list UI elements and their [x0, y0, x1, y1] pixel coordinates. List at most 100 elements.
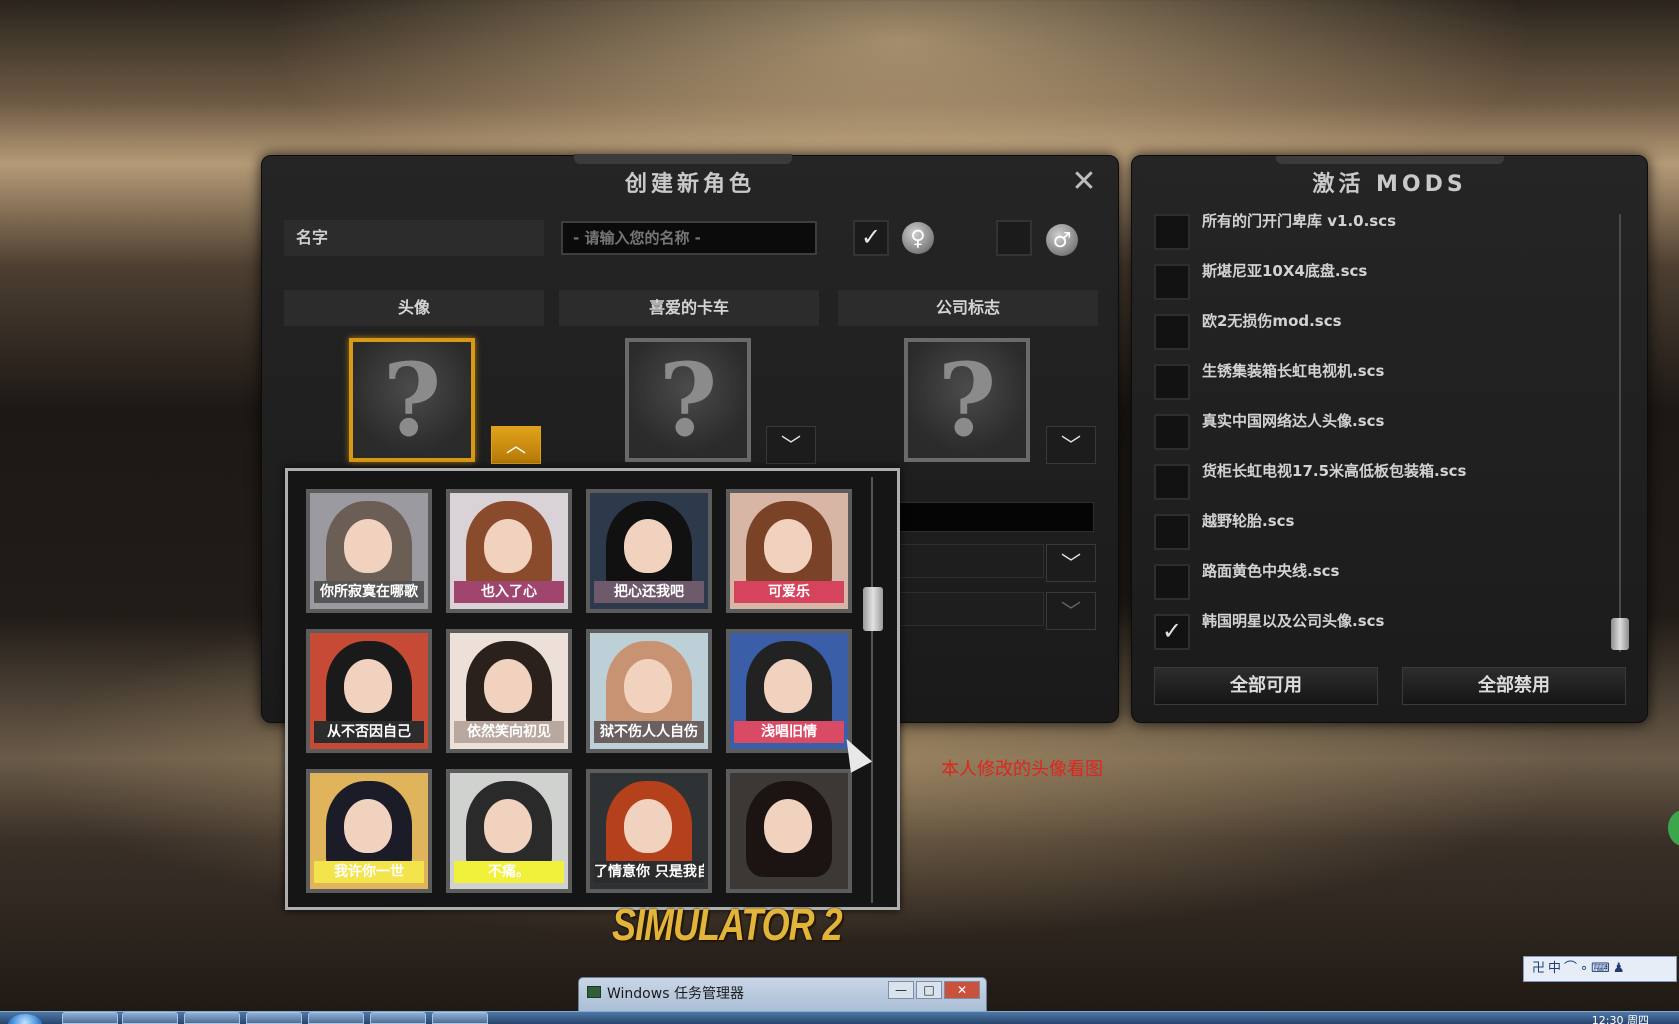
taskbar-item[interactable] [184, 1012, 240, 1024]
hidden-select-2-arrow[interactable]: ﹀ [1046, 592, 1096, 630]
avatar-face [624, 519, 672, 573]
mods-scroll-track[interactable] [1619, 214, 1621, 652]
avatar-dropdown-toggle[interactable]: ︿ [491, 426, 541, 464]
taskbar-item[interactable] [246, 1012, 302, 1024]
truck-dropdown-toggle[interactable]: ﹀ [766, 426, 816, 464]
mod-checkbox[interactable] [1154, 514, 1190, 550]
avatar-option[interactable]: 把心还我吧 [586, 489, 712, 613]
female-select-checkbox[interactable]: ✓ [853, 220, 889, 256]
avatar-option[interactable]: 可爱乐 [726, 489, 852, 613]
mods-panel-tab-decoration [1276, 156, 1504, 164]
ime-toolbar[interactable]: 卍中⌒∘⌨♟ [1523, 956, 1677, 982]
maximize-button[interactable]: □ [916, 981, 942, 999]
avatar-caption [734, 861, 844, 883]
mod-name: 越野轮胎.scs [1202, 512, 1295, 530]
minimize-button[interactable]: — [888, 981, 914, 999]
red-annotation-text: 本人修改的头像看图 [941, 759, 1103, 780]
avatar-option[interactable]: 浅唱旧情 [726, 629, 852, 753]
mod-name: 所有的门开门卑库 v1.0.scs [1202, 212, 1397, 230]
avatar-option[interactable]: 狱不伤人人自伤 [586, 629, 712, 753]
avatar-caption: 狱不伤人人自伤 [594, 721, 704, 743]
avatar-face [344, 519, 392, 573]
mod-row[interactable]: 路面黄色中央线.scs [1154, 558, 1614, 602]
avatar-scroll-thumb[interactable] [863, 587, 883, 631]
truck-preview[interactable]: ? [625, 338, 751, 462]
male-select-checkbox[interactable] [996, 220, 1032, 256]
avatar-caption: 依然笑向初见 [454, 721, 564, 743]
logo-preview[interactable]: ? [904, 338, 1030, 462]
female-icon[interactable]: ♀ [902, 222, 934, 254]
mod-row[interactable]: ✓ 韩国明星以及公司头像.scs [1154, 608, 1614, 652]
taskbar-item[interactable] [122, 1012, 178, 1024]
close-window-button[interactable]: ✕ [944, 981, 980, 999]
avatar-option[interactable] [726, 769, 852, 893]
avatar-option[interactable]: 依然笑向初见 [446, 629, 572, 753]
avatar-option[interactable]: 也入了心 [446, 489, 572, 613]
mod-checkbox[interactable]: ✓ [1154, 614, 1190, 650]
avatar-face [344, 659, 392, 713]
taskbar-item[interactable] [432, 1012, 488, 1024]
avatar-face [764, 659, 812, 713]
mod-name: 韩国明星以及公司头像.scs [1202, 612, 1385, 630]
avatar-face [484, 519, 532, 573]
disable-all-button[interactable]: 全部禁用 [1402, 667, 1626, 705]
close-button[interactable]: ✕ [1070, 167, 1098, 197]
mod-name: 货柜长虹电视17.5米高低板包装箱.scs [1202, 462, 1467, 480]
avatar-caption: 不痛。 [454, 861, 564, 883]
avatar-picker-dropdown: 你所寂寞在哪歌 也入了心 把心还我吧 可爱乐从不否因自己 依然笑向初见 狱不伤人人自伤 浅唱… [285, 468, 900, 910]
mod-row[interactable]: 越野轮胎.scs [1154, 508, 1614, 552]
task-manager-title: Windows 任务管理器 [607, 986, 744, 1002]
mod-row[interactable]: 生锈集装箱长虹电视机.scs [1154, 358, 1614, 402]
mod-row[interactable]: 货柜长虹电视17.5米高低板包装箱.scs [1154, 458, 1614, 502]
avatar-face [484, 659, 532, 713]
avatar-caption: 你所寂寞在哪歌 [314, 581, 424, 603]
avatar-face [764, 519, 812, 573]
avatar-option[interactable]: 不痛。 [446, 769, 572, 893]
mod-row[interactable]: 真实中国网络达人头像.scs [1154, 408, 1614, 452]
taskbar-clock: 12:30 周四 [1591, 1014, 1649, 1024]
mod-checkbox[interactable] [1154, 564, 1190, 600]
logo-column-header: 公司标志 [838, 290, 1098, 326]
avatar-caption: 我许你一世 [314, 861, 424, 883]
mod-checkbox[interactable] [1154, 464, 1190, 500]
avatar-option[interactable]: 从不否因自己 [306, 629, 432, 753]
avatar-caption: 了情意你 只是我自作 [594, 861, 704, 883]
male-icon[interactable]: ♂ [1046, 224, 1078, 256]
mod-checkbox[interactable] [1154, 314, 1190, 350]
mod-checkbox[interactable] [1154, 364, 1190, 400]
mod-checkbox[interactable] [1154, 264, 1190, 300]
avatar-scroll-track[interactable] [871, 477, 873, 903]
panel-tab-decoration [574, 154, 792, 164]
taskbar-item[interactable] [62, 1012, 118, 1024]
mod-row[interactable]: 欧2无损伤mod.scs [1154, 308, 1614, 352]
game-logo: SIMULATOR 2 [612, 898, 843, 950]
hidden-select-1-arrow[interactable]: ﹀ [1046, 544, 1096, 582]
mod-row[interactable]: 所有的门开门卑库 v1.0.scs [1154, 208, 1614, 252]
green-status-icon [1668, 810, 1679, 846]
name-input[interactable] [561, 221, 817, 255]
mod-row[interactable]: 斯堪尼亚10X4底盘.scs [1154, 258, 1614, 302]
avatar-option[interactable]: 你所寂寞在哪歌 [306, 489, 432, 613]
taskbar-item[interactable] [370, 1012, 426, 1024]
avatar-preview[interactable]: ? [349, 338, 475, 462]
avatar-caption: 可爱乐 [734, 581, 844, 603]
mod-checkbox[interactable] [1154, 414, 1190, 450]
avatar-caption: 把心还我吧 [594, 581, 704, 603]
mod-name: 生锈集装箱长虹电视机.scs [1202, 362, 1385, 380]
avatar-face [624, 659, 672, 713]
mod-checkbox[interactable] [1154, 214, 1190, 250]
avatar-caption: 浅唱旧情 [734, 721, 844, 743]
avatar-option[interactable]: 我许你一世 [306, 769, 432, 893]
task-manager-window[interactable]: Windows 任务管理器 — □ ✕ [578, 977, 987, 1013]
task-manager-icon [587, 986, 601, 998]
windows-taskbar: 12:30 周四 [0, 1011, 1679, 1024]
avatar-column-header: 头像 [284, 290, 544, 326]
avatar-option[interactable]: 了情意你 只是我自作 [586, 769, 712, 893]
logo-dropdown-toggle[interactable]: ﹀ [1046, 426, 1096, 464]
avatar-caption: 从不否因自己 [314, 721, 424, 743]
start-orb-icon[interactable] [8, 1014, 42, 1024]
avatar-face [344, 799, 392, 853]
enable-all-button[interactable]: 全部可用 [1154, 667, 1378, 705]
taskbar-item[interactable] [308, 1012, 364, 1024]
mods-panel-title: 激活 MODS [1312, 172, 1467, 197]
